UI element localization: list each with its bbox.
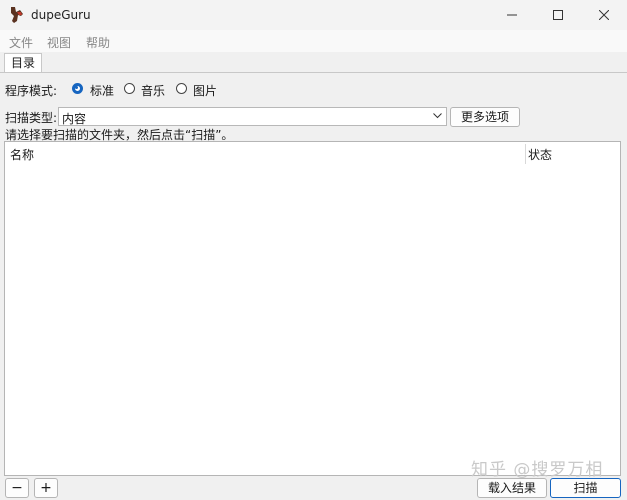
- tab-directories[interactable]: 目录: [4, 53, 42, 72]
- menu-bar: 文件 视图 帮助: [0, 30, 627, 52]
- menu-view[interactable]: 视图: [47, 34, 71, 51]
- close-icon: [599, 10, 609, 20]
- watermark: 知乎 @搜罗万相: [471, 460, 604, 480]
- column-header-status[interactable]: 状态: [528, 146, 552, 163]
- scan-type-select[interactable]: 内容: [58, 107, 447, 126]
- menu-help[interactable]: 帮助: [86, 34, 110, 51]
- mode-standard-label[interactable]: 标准: [90, 82, 114, 99]
- mode-label: 程序模式:: [5, 84, 58, 98]
- mode-standard-radio[interactable]: [72, 83, 83, 94]
- maximize-button[interactable]: [535, 0, 581, 30]
- close-button[interactable]: [581, 0, 627, 30]
- mode-music-radio[interactable]: [124, 83, 135, 94]
- more-options-button[interactable]: 更多选项: [450, 107, 520, 127]
- scan-type-value: 内容: [62, 112, 87, 126]
- folder-list[interactable]: 名称 状态: [4, 141, 621, 476]
- mode-music-label[interactable]: 音乐: [141, 82, 165, 99]
- window-title: dupeGuru: [31, 8, 91, 22]
- dupeguru-app-icon: [11, 7, 23, 23]
- title-bar: dupeGuru: [0, 0, 627, 30]
- mode-picture-label[interactable]: 图片: [193, 82, 217, 99]
- menu-file[interactable]: 文件: [9, 34, 33, 51]
- scan-button[interactable]: 扫描: [550, 478, 621, 498]
- maximize-icon: [553, 10, 563, 20]
- mode-picture-radio[interactable]: [176, 83, 187, 94]
- column-divider: [525, 144, 526, 164]
- minimize-button[interactable]: [489, 0, 535, 30]
- load-results-button[interactable]: 载入结果: [477, 478, 547, 498]
- scan-type-label: 扫描类型:: [5, 111, 58, 125]
- remove-folder-button[interactable]: −: [5, 478, 29, 498]
- column-header-name[interactable]: 名称: [10, 146, 34, 163]
- add-folder-button[interactable]: +: [34, 478, 58, 498]
- minimize-icon: [507, 14, 517, 16]
- chevron-down-icon: [433, 113, 442, 119]
- tab-bar: 目录: [0, 52, 627, 73]
